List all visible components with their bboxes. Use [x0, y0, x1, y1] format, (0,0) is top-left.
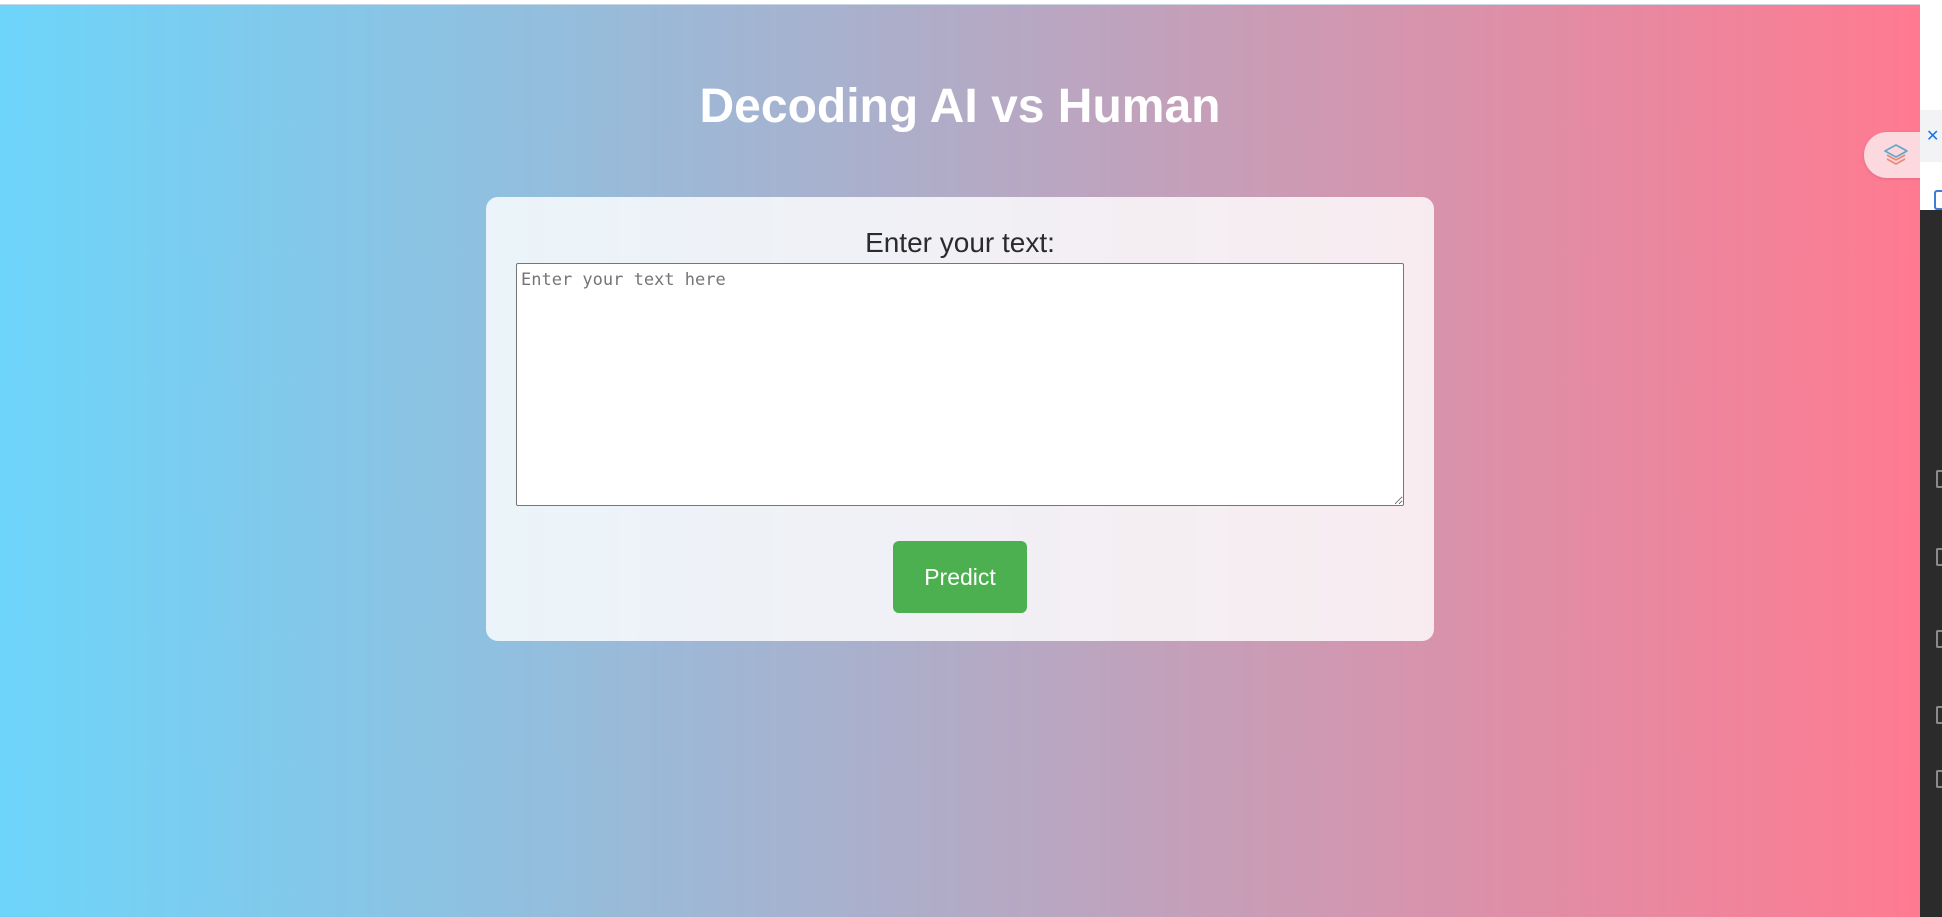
text-input-label: Enter your text: [865, 227, 1055, 258]
devtools-topbar: ✕ [1920, 110, 1942, 162]
devtools-tool-icon[interactable] [1936, 630, 1942, 648]
text-input[interactable] [516, 263, 1404, 506]
page-background: Decoding AI vs Human Enter your text: Pr… [0, 4, 1924, 917]
devtools-tool-icon[interactable] [1936, 470, 1942, 488]
extension-floating-button[interactable] [1864, 132, 1924, 178]
close-icon[interactable]: ✕ [1926, 126, 1939, 145]
devtools-tool-icon[interactable] [1936, 770, 1942, 788]
devtools-tab-icon [1934, 190, 1942, 210]
extension-layers-icon [1882, 142, 1910, 168]
devtools-panel: ✕ [1920, 110, 1942, 917]
page-title: Decoding AI vs Human [699, 80, 1221, 133]
predict-button[interactable]: Predict [893, 541, 1027, 613]
devtools-tool-icon[interactable] [1936, 548, 1942, 566]
devtools-tool-icon[interactable] [1936, 706, 1942, 724]
prediction-card: Enter your text: Predict [486, 197, 1434, 641]
